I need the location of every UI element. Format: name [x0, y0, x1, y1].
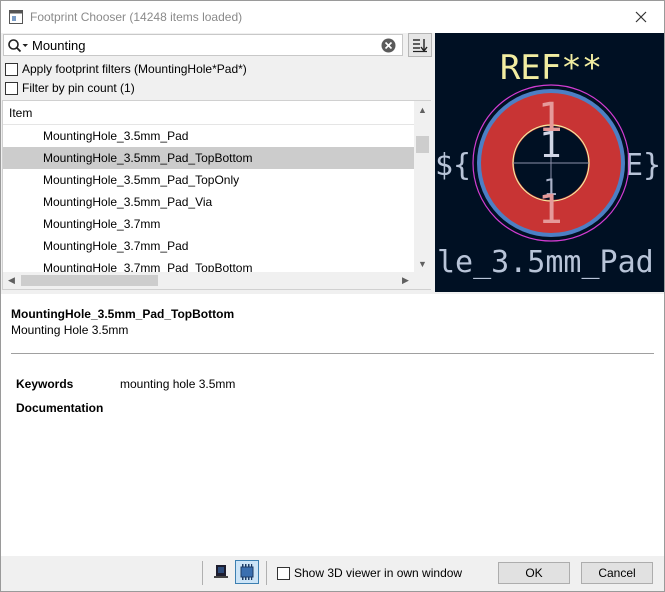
list-item[interactable]: MountingHole_3.5mm_Pad [3, 125, 414, 147]
horizontal-scroll-thumb[interactable] [21, 275, 158, 286]
list-item[interactable]: MountingHole_3.5mm_Pad_Via [3, 191, 414, 213]
list-item[interactable]: MountingHole_3.7mm_Pad [3, 235, 414, 257]
scroll-corner [414, 272, 431, 289]
toolbar-separator [266, 561, 267, 585]
list-item[interactable]: MountingHole_3.5mm_Pad_TopOnly [3, 169, 414, 191]
keywords-label: Keywords [16, 377, 74, 391]
vertical-scrollbar[interactable]: ▲ ▼ [414, 101, 431, 272]
chip-3d-icon [240, 564, 254, 580]
preview-canvas: REF** ${ E} 1 1 1 1 le_3.5mm_Pad [435, 48, 661, 280]
scroll-down-arrow[interactable]: ▼ [414, 255, 431, 272]
3d-view-button[interactable] [235, 560, 259, 584]
list-item[interactable]: MountingHole_3.5mm_Pad_TopBottom [3, 147, 414, 169]
documentation-label: Documentation [16, 401, 104, 415]
close-icon [635, 11, 647, 23]
cancel-button[interactable]: Cancel [581, 562, 653, 584]
footprint-description: Mounting Hole 3.5mm [11, 323, 129, 337]
footprint-chooser-dialog: Footprint Chooser (14248 items loaded) M… [0, 0, 665, 592]
details-divider [11, 353, 654, 354]
close-button[interactable] [624, 4, 658, 30]
preview-pad-number-center: 1 [540, 125, 563, 166]
show-3d-window-checkbox[interactable] [277, 566, 290, 580]
bottom-bar: Show 3D viewer in own window OK Cancel [1, 556, 664, 591]
scroll-up-arrow[interactable]: ▲ [414, 101, 431, 118]
app-icon [9, 10, 23, 24]
preview-right-fragment: E} [625, 148, 661, 183]
list-item[interactable]: MountingHole_3.7mm_Pad_TopBottom [3, 257, 414, 273]
search-box[interactable] [3, 34, 403, 56]
vertical-scroll-thumb[interactable] [416, 136, 429, 153]
preview-pad-number-bottom: 1 [538, 187, 563, 233]
preview-ref-text: REF** [500, 48, 602, 88]
footprint-preview[interactable]: REF** ${ E} 1 1 1 1 le_3.5mm_Pad [435, 33, 664, 292]
pin-count-checkbox-row[interactable]: Filter by pin count (1) [5, 79, 135, 97]
search-icon[interactable] [7, 38, 29, 54]
ok-button[interactable]: OK [498, 562, 570, 584]
list-item[interactable]: MountingHole_3.7mm [3, 213, 414, 235]
search-input[interactable] [32, 36, 377, 54]
footprint-name: MountingHole_3.5mm_Pad_TopBottom [11, 307, 235, 321]
title-bar: Footprint Chooser (14248 items loaded) [1, 1, 664, 33]
sort-button[interactable] [408, 33, 432, 57]
show-3d-window-label: Show 3D viewer in own window [294, 566, 463, 580]
show-3d-window-row[interactable]: Show 3D viewer in own window [277, 566, 462, 580]
toolbar-separator [202, 561, 203, 585]
list-body: MountingHole_3.5mm_Pad MountingHole_3.5mm… [3, 125, 414, 273]
pin-count-label: Filter by pin count (1) [22, 81, 135, 95]
horizontal-scrollbar[interactable]: ◀ ▶ [3, 272, 414, 289]
scroll-right-arrow[interactable]: ▶ [397, 272, 414, 289]
details-panel: MountingHole_3.5mm_Pad_TopBottom Mountin… [1, 294, 664, 556]
pin-count-checkbox[interactable] [5, 81, 18, 95]
list-header-item[interactable]: Item [3, 101, 414, 125]
keywords-value: mounting hole 3.5mm [120, 377, 236, 391]
pcb-view-icon [214, 565, 228, 578]
sort-icon [413, 39, 428, 53]
clear-search-icon[interactable] [381, 38, 396, 53]
footprint-filter-label: Apply footprint filters (MountingHole*Pa… [22, 62, 247, 76]
scroll-left-arrow[interactable]: ◀ [3, 272, 20, 289]
search-row [3, 33, 433, 57]
preview-left-fragment: ${ [435, 148, 471, 183]
footprint-view-button[interactable] [209, 560, 233, 584]
footprint-filter-checkbox-row[interactable]: Apply footprint filters (MountingHole*Pa… [5, 60, 247, 78]
footprint-list[interactable]: Item MountingHole_3.5mm_Pad MountingHole_… [2, 100, 431, 290]
footprint-filter-checkbox[interactable] [5, 62, 18, 76]
preview-value-text: le_3.5mm_Pad [437, 245, 654, 280]
window-title: Footprint Chooser (14248 items loaded) [30, 10, 243, 24]
